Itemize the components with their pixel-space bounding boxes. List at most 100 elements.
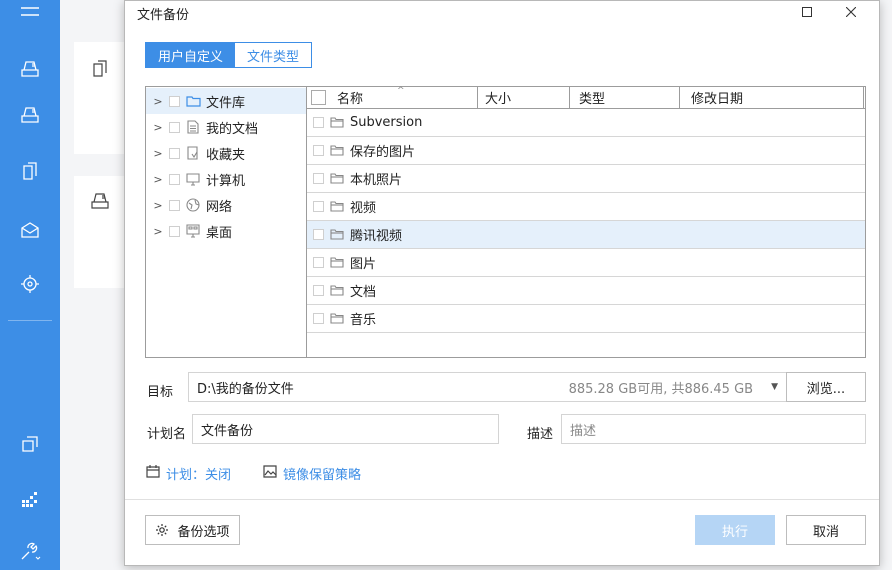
clone-icon[interactable] (18, 160, 42, 184)
chevron-right-icon[interactable]: > (150, 95, 166, 108)
row-checkbox[interactable] (313, 257, 324, 268)
column-size-label: 大小 (485, 92, 512, 107)
tree-item-label: 收藏夹 (206, 147, 246, 163)
clone-icon (92, 60, 108, 82)
description-input[interactable]: 描述 (561, 414, 866, 444)
file-name: 保存的图片 (350, 145, 416, 160)
network-icon (185, 198, 201, 212)
cancel-button[interactable]: 取消 (786, 515, 866, 545)
row-checkbox[interactable] (313, 201, 324, 212)
folder-tree: > 文件库 > 我的文档 > 收藏夹 > 计算机 > 网络 > 桌面 (146, 87, 307, 357)
tree-item-favorites[interactable]: > 收藏夹 (146, 140, 306, 166)
plan-name-value: 文件备份 (201, 423, 254, 439)
locate-icon[interactable] (18, 272, 42, 296)
mirror-retention-label: 镜像保留策略 (283, 468, 362, 483)
tree-checkbox[interactable] (169, 95, 180, 107)
file-name: 腾讯视频 (350, 229, 403, 244)
folder-icon (185, 94, 201, 108)
sort-ascending-icon: ^ (397, 86, 405, 96)
file-list: 名称 ^ 大小 类型 修改日期 Subversion 保存的图片 本机照片 视频… (307, 86, 865, 357)
file-name: 视频 (350, 201, 377, 216)
row-checkbox[interactable] (313, 229, 324, 240)
row-checkbox[interactable] (313, 173, 324, 184)
chevron-right-icon[interactable]: > (150, 121, 166, 134)
row-checkbox[interactable] (313, 145, 324, 156)
mirror-retention-link[interactable]: 镜像保留策略 (263, 464, 361, 483)
tree-checkbox[interactable] (169, 121, 180, 133)
source-mode-toggle: 用户自定义 文件类型 (145, 42, 313, 68)
sidebar-divider (8, 320, 52, 321)
row-checkbox[interactable] (313, 285, 324, 296)
column-type-label: 类型 (579, 92, 606, 107)
windows-icon[interactable] (18, 432, 42, 456)
tree-item-label: 文件库 (206, 95, 246, 111)
chevron-down-icon[interactable]: ▼ (771, 382, 778, 392)
execute-button[interactable]: 执行 (695, 515, 775, 545)
plan-name-input[interactable]: 文件备份 (192, 414, 499, 444)
browse-button[interactable]: 浏览... (786, 372, 866, 402)
file-name: Subversion (350, 115, 423, 130)
tab-custom[interactable]: 用户自定义 (146, 43, 236, 67)
folder-outline-icon (329, 116, 345, 130)
footer-divider (125, 499, 879, 500)
schedule-link[interactable]: 计划：关闭 (146, 464, 231, 483)
menu-icon[interactable] (18, 0, 42, 24)
tree-checkbox[interactable] (169, 199, 180, 211)
folder-outline-icon (329, 256, 345, 270)
tree-item-documents[interactable]: > 我的文档 (146, 114, 306, 140)
folder-outline-icon (329, 284, 345, 298)
column-header-name[interactable]: 名称 ^ (337, 86, 479, 108)
file-row[interactable]: 图片 (307, 249, 865, 277)
file-row[interactable]: 保存的图片 (307, 137, 865, 165)
file-row[interactable]: 本机照片 (307, 165, 865, 193)
favorites-icon (185, 146, 201, 160)
apps-icon[interactable] (18, 488, 42, 512)
chevron-right-icon[interactable]: > (150, 173, 166, 186)
gear-icon (155, 523, 169, 537)
image-icon (263, 465, 277, 482)
tree-item-library[interactable]: > 文件库 (146, 88, 306, 114)
column-modified-label: 修改日期 (691, 92, 744, 107)
restore-drive-icon[interactable] (18, 102, 42, 126)
column-divider[interactable] (477, 87, 478, 108)
tab-file-type[interactable]: 文件类型 (235, 43, 312, 67)
tree-item-computer[interactable]: > 计算机 (146, 166, 306, 192)
file-name: 文档 (350, 285, 377, 300)
column-header-modified[interactable]: 修改日期 (691, 87, 841, 108)
file-row[interactable]: 文档 (307, 277, 865, 305)
free-space-text: 885.28 GB可用, 共886.45 GB (568, 381, 754, 397)
tree-checkbox[interactable] (169, 225, 180, 237)
folder-outline-icon (329, 312, 345, 326)
column-header-size[interactable]: 大小 (485, 87, 565, 108)
app-sidebar (0, 0, 60, 570)
tree-checkbox[interactable] (169, 147, 180, 159)
schedule-link-label: 计划：关闭 (166, 468, 232, 483)
backup-drive-icon[interactable] (18, 56, 42, 80)
tools-icon[interactable] (18, 540, 42, 564)
mail-icon[interactable] (18, 218, 42, 242)
tree-item-network[interactable]: > 网络 (146, 192, 306, 218)
chevron-right-icon[interactable]: > (150, 199, 166, 212)
close-button[interactable] (831, 1, 871, 23)
target-path-value: D:\我的备份文件 (197, 381, 294, 397)
target-path-select[interactable]: D:\我的备份文件 885.28 GB可用, 共886.45 GB ▼ (188, 372, 787, 402)
calendar-icon (146, 465, 160, 482)
row-checkbox[interactable] (313, 313, 324, 324)
column-header-type[interactable]: 类型 (579, 87, 675, 108)
select-all-checkbox[interactable] (311, 90, 326, 105)
file-row[interactable]: 音乐 (307, 305, 865, 333)
file-row[interactable]: Subversion (307, 109, 865, 137)
folder-outline-icon (329, 144, 345, 158)
row-checkbox[interactable] (313, 117, 324, 128)
file-row[interactable]: 腾讯视频 (307, 221, 865, 249)
tree-item-desktop[interactable]: > 桌面 (146, 218, 306, 244)
backup-options-button[interactable]: 备份选项 (145, 515, 240, 545)
chevron-right-icon[interactable]: > (150, 225, 166, 238)
file-row[interactable]: 视频 (307, 193, 865, 221)
file-name: 本机照片 (350, 173, 403, 188)
column-divider[interactable] (679, 87, 680, 108)
maximize-button[interactable] (787, 1, 827, 23)
column-divider[interactable] (569, 87, 570, 108)
chevron-right-icon[interactable]: > (150, 147, 166, 160)
tree-checkbox[interactable] (169, 173, 180, 185)
